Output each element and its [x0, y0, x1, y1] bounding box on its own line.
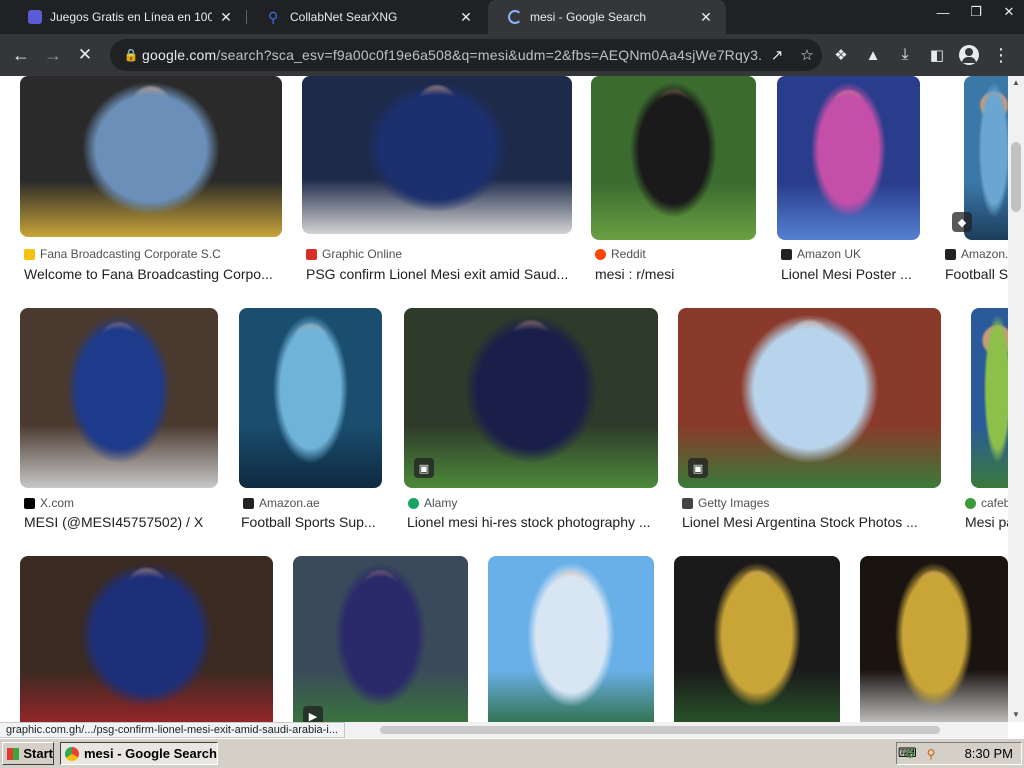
- result-caption[interactable]: Football S...: [945, 266, 1008, 282]
- side-panel-icon[interactable]: ◧: [922, 40, 952, 70]
- scrollbar-thumb[interactable]: [380, 726, 940, 734]
- tag-icon: ◆: [952, 212, 972, 232]
- image-badge-icon: ▣: [414, 458, 434, 478]
- minimize-button[interactable]: —: [928, 2, 958, 22]
- result-source[interactable]: Graphic Online: [306, 247, 402, 261]
- source-favicon-icon: [965, 497, 976, 509]
- result-image[interactable]: [239, 308, 382, 488]
- result-source[interactable]: Fana Broadcasting Corporate S.C: [24, 247, 221, 261]
- result-source[interactable]: Amazon...: [945, 247, 1008, 261]
- result-source[interactable]: Alamy: [408, 496, 457, 510]
- source-favicon-icon: [24, 497, 35, 509]
- result-caption[interactable]: Lionel Mesi Poster ...: [781, 266, 921, 282]
- result-source[interactable]: Amazon.ae: [243, 496, 320, 510]
- result-caption[interactable]: Lionel Mesi Argentina Stock Photos ...: [682, 514, 940, 530]
- result-image[interactable]: [20, 556, 273, 722]
- taskbar: Start mesi - Google Search ... ⌨ ⚙ ⚲ 8:3…: [0, 738, 1024, 768]
- tab-searxng[interactable]: ⚲ CollabNet SearXNG ✕: [248, 0, 486, 34]
- browser-toolbar: ← → ✕ 🔒 google.com/search?sca_esv=f9a00c…: [0, 34, 1024, 76]
- loading-favicon-icon: [508, 10, 522, 24]
- tab-juegos[interactable]: Juegos Gratis en Línea en 1001jueg ✕: [8, 0, 246, 34]
- source-favicon-icon: [682, 497, 693, 509]
- close-tab-icon[interactable]: ✕: [218, 9, 234, 26]
- result-caption[interactable]: Mesi pa...: [965, 514, 1008, 530]
- close-tab-icon[interactable]: ✕: [698, 9, 714, 26]
- result-caption[interactable]: Lionel mesi hi-res stock photography ...: [407, 514, 657, 530]
- site-favicon-icon: [28, 10, 42, 24]
- restore-button[interactable]: ❐: [961, 2, 991, 22]
- clock[interactable]: 8:30 PM: [965, 746, 1013, 761]
- source-favicon-icon: [945, 248, 956, 260]
- result-image[interactable]: [302, 76, 572, 234]
- result-source[interactable]: cafeb...: [965, 496, 1008, 510]
- menu-kebab-icon[interactable]: ⋮: [986, 40, 1016, 70]
- url-text[interactable]: google.com/search?sca_esv=f9a00c0f19e6a5…: [142, 47, 762, 63]
- extensions-puzzle-icon[interactable]: ❖: [826, 40, 856, 70]
- network-icon[interactable]: ⚙: [902, 747, 918, 761]
- download-icon[interactable]: ⤓: [890, 40, 920, 70]
- result-caption[interactable]: Welcome to Fana Broadcasting Corpo...: [24, 266, 282, 282]
- result-caption[interactable]: MESI (@MESI45757502) / X: [24, 514, 218, 530]
- source-favicon-icon: [24, 248, 35, 260]
- labs-flask-icon[interactable]: ▲: [858, 40, 888, 70]
- result-caption[interactable]: PSG confirm Lionel Mesi exit amid Saud..…: [306, 266, 572, 282]
- tab-separator: [246, 10, 247, 24]
- result-image[interactable]: [404, 308, 658, 488]
- result-source[interactable]: Reddit: [595, 247, 646, 261]
- share-icon[interactable]: ↗: [762, 46, 792, 64]
- result-image[interactable]: [777, 76, 920, 240]
- tab-title: CollabNet SearXNG: [290, 10, 398, 24]
- scroll-down-icon[interactable]: ▼: [1008, 708, 1024, 722]
- result-caption[interactable]: mesi : r/mesi: [595, 266, 755, 282]
- source-favicon-icon: [306, 248, 317, 260]
- result-image[interactable]: [674, 556, 840, 722]
- tab-title: Juegos Gratis en Línea en 1001jueg: [50, 10, 212, 24]
- vertical-scrollbar[interactable]: ▲ ▼: [1008, 76, 1024, 722]
- close-window-button[interactable]: ✕: [994, 2, 1024, 22]
- result-image[interactable]: [488, 556, 654, 722]
- tab-strip: Juegos Gratis en Línea en 1001jueg ✕ ⚲ C…: [0, 0, 1024, 34]
- result-source[interactable]: Amazon UK: [781, 247, 861, 261]
- source-favicon-icon: [781, 248, 792, 260]
- forward-button[interactable]: →: [38, 40, 68, 70]
- result-image[interactable]: [860, 556, 1008, 722]
- window-controls: — ❐ ✕: [925, 0, 1024, 22]
- video-play-icon: ▶: [303, 706, 323, 722]
- result-source[interactable]: Getty Images: [682, 496, 769, 510]
- result-image[interactable]: [971, 308, 1008, 488]
- address-bar[interactable]: 🔒 google.com/search?sca_esv=f9a00c0f19e6…: [110, 39, 822, 71]
- tab-google-search[interactable]: mesi - Google Search ✕: [488, 0, 726, 34]
- scrollbar-thumb[interactable]: [1011, 142, 1021, 212]
- bookmark-star-icon[interactable]: ☆: [792, 46, 822, 64]
- system-tray: ⚙ ⚲ 8:30 PM: [896, 742, 1022, 765]
- search-icon: ⚲: [268, 9, 279, 25]
- source-favicon-icon: [243, 497, 254, 509]
- result-image[interactable]: [293, 556, 468, 722]
- profile-avatar-icon[interactable]: [954, 40, 984, 70]
- back-button[interactable]: ←: [6, 40, 36, 70]
- result-image[interactable]: [591, 76, 756, 240]
- result-image[interactable]: [20, 76, 282, 237]
- lock-icon[interactable]: 🔒: [120, 48, 142, 62]
- image-badge-icon: ▣: [688, 458, 708, 478]
- stop-loading-button[interactable]: ✕: [70, 40, 100, 70]
- start-button[interactable]: Start: [2, 742, 54, 765]
- image-results-grid: Fana Broadcasting Corporate S.C Welcome …: [0, 76, 1008, 722]
- result-source[interactable]: X.com: [24, 496, 74, 510]
- result-image[interactable]: [678, 308, 941, 488]
- tab-title: mesi - Google Search: [530, 10, 647, 24]
- search-tray-icon[interactable]: ⚲: [923, 747, 939, 761]
- horizontal-scrollbar[interactable]: [340, 722, 1008, 738]
- source-favicon-icon: [408, 497, 419, 509]
- link-status-bubble: graphic.com.gh/.../psg-confirm-lionel-me…: [0, 722, 345, 738]
- windows-logo-icon: [7, 747, 20, 760]
- close-tab-icon[interactable]: ✕: [458, 9, 474, 26]
- result-caption[interactable]: Football Sports Sup...: [241, 514, 382, 530]
- chrome-icon: [65, 746, 79, 761]
- taskbar-item-chrome[interactable]: mesi - Google Search ...: [60, 742, 218, 765]
- source-favicon-icon: [595, 248, 606, 260]
- scroll-up-icon[interactable]: ▲: [1008, 76, 1024, 90]
- result-image[interactable]: [20, 308, 218, 488]
